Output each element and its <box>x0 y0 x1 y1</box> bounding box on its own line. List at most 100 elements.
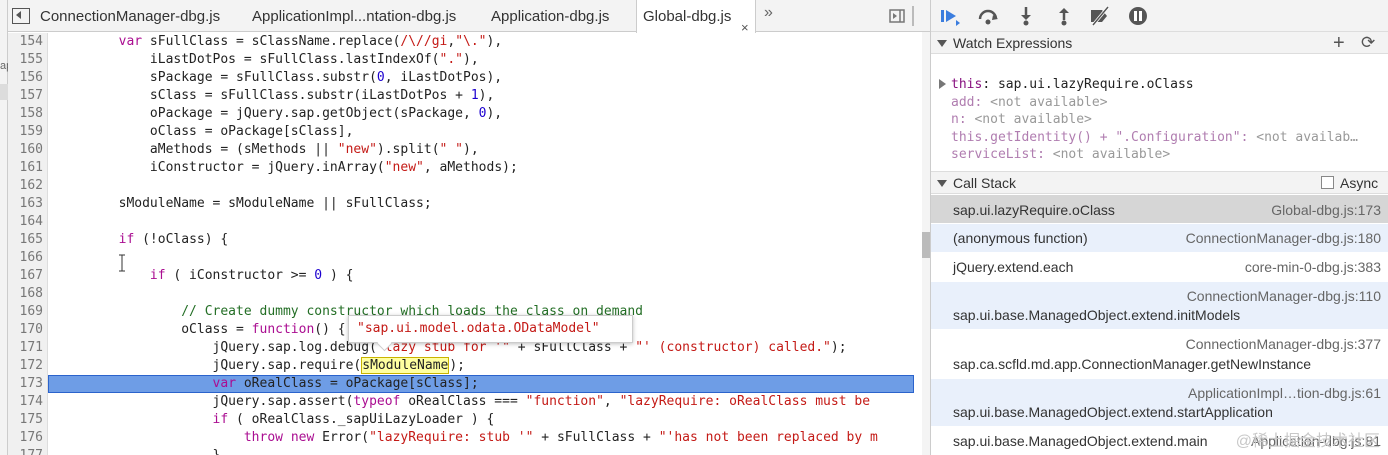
frame-function: jQuery.extend.each <box>953 259 1074 275</box>
code-line[interactable]: 159 oClass = oPackage[sClass], <box>8 123 914 141</box>
code-line[interactable]: 157 sClass = sFullClass.substr(iLastDotP… <box>8 87 914 105</box>
code-line[interactable]: 163 sModuleName = sModuleName || sFullCl… <box>8 195 914 213</box>
pause-on-exceptions-icon[interactable] <box>1127 6 1149 26</box>
line-number[interactable]: 158 <box>8 105 48 123</box>
tab-connection-manager[interactable]: ConnectionManager-dbg.js <box>40 0 220 32</box>
deactivate-breakpoints-icon[interactable] <box>1089 6 1111 26</box>
watch-root-entry[interactable]: this: sap.ui.lazyRequire.oClass <box>951 76 1194 93</box>
step-into-icon[interactable] <box>1015 6 1037 26</box>
code-text: sModuleName = sModuleName || sFullClass; <box>56 196 432 211</box>
watch-child-entry: n: <not available> <box>951 112 1092 127</box>
code-line[interactable]: 164 <box>8 213 914 231</box>
line-number[interactable]: 154 <box>8 33 48 51</box>
code-line[interactable]: 161 iConstructor = jQuery.inArray("new",… <box>8 159 914 177</box>
frame-location[interactable]: ApplicationImpl…tion-dbg.js:61 <box>1188 385 1381 401</box>
expand-triangle-icon <box>937 40 947 47</box>
code-text: oClass = oPackage[sClass], <box>56 124 354 139</box>
frame-location[interactable]: ConnectionManager-dbg.js:180 <box>1186 230 1381 246</box>
call-frame[interactable]: sap.ui.lazyRequire.oClass Global-dbg.js:… <box>931 195 1388 224</box>
code-line[interactable]: 177 } <box>8 447 914 455</box>
call-stack-header[interactable]: Call Stack Async <box>931 171 1388 194</box>
watch-expressions-header[interactable]: Watch Expressions + ⟳ <box>931 31 1388 54</box>
line-number[interactable]: 168 <box>8 285 48 303</box>
code-line[interactable]: 160 aMethods = (sMethods || "new").split… <box>8 141 914 159</box>
code-text: var oRealClass = oPackage[sClass]; <box>212 376 479 391</box>
code-line[interactable]: 155 iLastDotPos = sFullClass.lastIndexOf… <box>8 51 914 69</box>
frame-function: sap.ui.base.ManagedObject.extend.initMod… <box>953 307 1241 323</box>
code-line[interactable]: 172 jQuery.sap.require(sModuleName); <box>8 357 914 375</box>
watch-key: serviceList <box>951 147 1038 162</box>
source-editor[interactable]: 154 var sFullClass = sClassName.replace(… <box>8 32 930 455</box>
watch-child-entry: this.getIdentity() + ".Configuration": <… <box>951 130 1358 145</box>
line-number[interactable]: 171 <box>8 339 48 357</box>
call-frame[interactable]: (anonymous function) ConnectionManager-d… <box>931 224 1388 253</box>
code-line[interactable]: 162 <box>8 177 914 195</box>
line-number[interactable]: 156 <box>8 69 48 87</box>
line-number[interactable]: 164 <box>8 213 48 231</box>
editor-scroll-thumb[interactable] <box>922 232 930 258</box>
resume-icon[interactable] <box>939 6 961 26</box>
tab-label: ConnectionManager-dbg.js <box>40 8 221 25</box>
tab-application[interactable]: Application-dbg.js <box>491 0 609 32</box>
code-line[interactable]: 166 <box>8 249 914 267</box>
line-number[interactable]: 165 <box>8 231 48 249</box>
async-checkbox[interactable] <box>1321 176 1334 189</box>
line-number[interactable]: 175 <box>8 411 48 429</box>
line-number[interactable]: 174 <box>8 393 48 411</box>
expand-object-icon[interactable] <box>939 79 946 89</box>
step-over-icon[interactable] <box>977 6 999 26</box>
code-text: throw new Error("lazyRequire: stub '" + … <box>243 430 878 445</box>
add-expression-icon[interactable]: + <box>1333 32 1345 54</box>
line-number[interactable]: 157 <box>8 87 48 105</box>
code-text: iLastDotPos = sFullClass.lastIndexOf("."… <box>56 52 479 67</box>
frame-location[interactable]: Global-dbg.js:173 <box>1271 202 1381 218</box>
call-frame[interactable]: ConnectionManager-dbg.js:110 sap.ui.base… <box>931 282 1388 330</box>
watch-title: Watch Expressions <box>953 35 1073 51</box>
line-number[interactable]: 160 <box>8 141 48 159</box>
code-line[interactable]: 168 <box>8 285 914 303</box>
line-number[interactable]: 172 <box>8 357 48 375</box>
frame-function: (anonymous function) <box>953 230 1088 246</box>
line-number[interactable]: 166 <box>8 249 48 267</box>
code-line[interactable]: 174 jQuery.sap.assert(typeof oRealClass … <box>8 393 914 411</box>
editor-tab-bar: ConnectionManager-dbg.js ApplicationImpl… <box>8 0 930 35</box>
code-line[interactable]: 156 sPackage = sFullClass.substr(0, iLas… <box>8 69 914 87</box>
line-number[interactable]: 155 <box>8 51 48 69</box>
line-number[interactable]: 163 <box>8 195 48 213</box>
more-tabs-icon[interactable]: » <box>764 4 773 22</box>
refresh-icon[interactable]: ⟳ <box>1361 32 1375 54</box>
code-text: if ( oRealClass._sapUiLazyLoader ) { <box>212 412 495 427</box>
line-number[interactable]: 161 <box>8 159 48 177</box>
left-strip-bar <box>0 84 8 100</box>
call-frame[interactable]: ApplicationImpl…tion-dbg.js:61 sap.ui.ba… <box>931 379 1388 427</box>
line-number[interactable]: 159 <box>8 123 48 141</box>
paused-execution-line[interactable]: 173 var oRealClass = oPackage[sClass]; <box>8 375 914 393</box>
toggle-debugger-sidebar-icon[interactable] <box>889 8 905 24</box>
code-line[interactable]: 158 oPackage = jQuery.sap.getObject(sPac… <box>8 105 914 123</box>
step-out-icon[interactable] <box>1053 6 1075 26</box>
call-frame[interactable]: ConnectionManager-dbg.js:377 sap.ca.scfl… <box>931 330 1388 379</box>
code-line[interactable]: 167 if ( iConstructor >= 0 ) { <box>8 267 914 285</box>
code-line[interactable]: 175 if ( oRealClass._sapUiLazyLoader ) { <box>8 411 914 429</box>
code-line[interactable]: 154 var sFullClass = sClassName.replace(… <box>8 33 914 51</box>
frame-location[interactable]: ConnectionManager-dbg.js:377 <box>1186 336 1381 352</box>
code-line[interactable]: 176 throw new Error("lazyRequire: stub '… <box>8 429 914 447</box>
tab-application-impl[interactable]: ApplicationImpl...ntation-dbg.js <box>252 0 456 32</box>
hover-value-tooltip: "sap.ui.model.odata.ODataModel" <box>348 315 633 343</box>
frame-function: sap.ui.base.ManagedObject.extend.main <box>953 433 1208 449</box>
line-number[interactable]: 170 <box>8 321 48 339</box>
tab-global[interactable]: Global-dbg.js × <box>636 0 756 35</box>
toggle-navigator-icon[interactable] <box>12 8 30 24</box>
line-number[interactable]: 169 <box>8 303 48 321</box>
code-line[interactable]: 165 if (!oClass) { <box>8 231 914 249</box>
frame-location[interactable]: core-min-0-dbg.js:383 <box>1245 259 1381 275</box>
line-number[interactable]: 162 <box>8 177 48 195</box>
watch-key: n <box>951 112 959 127</box>
line-number[interactable]: 173 <box>8 375 48 393</box>
editor-scrollbar[interactable] <box>922 32 930 455</box>
line-number[interactable]: 177 <box>8 447 48 455</box>
call-frame[interactable]: jQuery.extend.each core-min-0-dbg.js:383 <box>931 253 1388 282</box>
frame-location[interactable]: ConnectionManager-dbg.js:110 <box>1187 288 1381 304</box>
line-number[interactable]: 176 <box>8 429 48 447</box>
line-number[interactable]: 167 <box>8 267 48 285</box>
